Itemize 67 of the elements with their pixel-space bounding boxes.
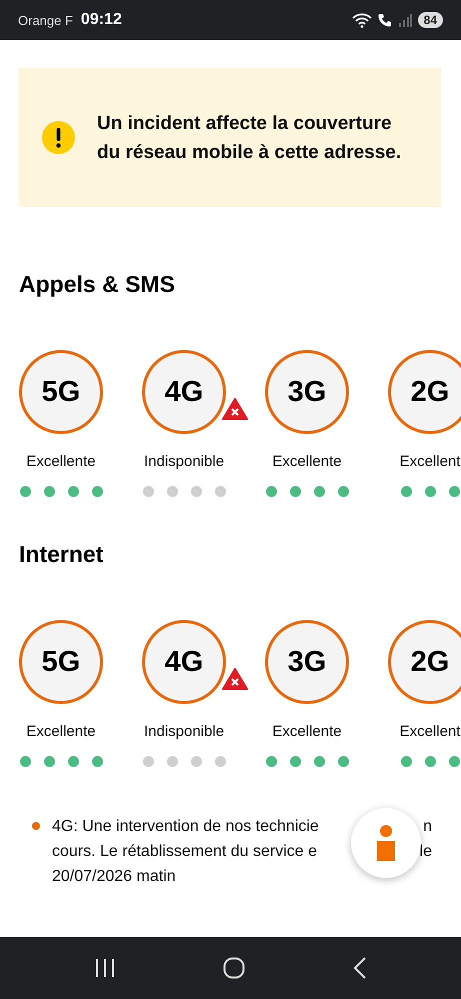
signal-dot [20, 756, 30, 767]
signal-dot [68, 756, 78, 767]
bullet-icon [32, 822, 40, 830]
signal-dot [424, 486, 436, 497]
signal-dot [338, 486, 348, 497]
signal-dot [338, 756, 348, 767]
quality-label: Excellent [400, 723, 460, 740]
signal-dot [190, 756, 202, 767]
signal-dot [400, 756, 412, 767]
quality-label: Excellent [400, 453, 460, 470]
signal-dot [448, 756, 460, 767]
signal-dot [20, 486, 30, 497]
network-badge: 2G [388, 350, 461, 434]
signal-dot [290, 486, 300, 497]
signal-dot [142, 486, 154, 497]
signal-dot [448, 486, 460, 497]
section-heading: Appels & SMS [19, 271, 176, 298]
note-text: 4G: Une intervention de nos technicie [52, 817, 319, 837]
signal-dot [92, 756, 102, 767]
info-button[interactable] [351, 808, 421, 878]
signal-dot [400, 486, 412, 497]
signal-dot [44, 756, 54, 767]
signal-dot [314, 486, 324, 497]
quality-label: Excellente [272, 453, 342, 470]
section-heading: Internet [19, 541, 104, 568]
note-text: le [420, 842, 432, 862]
home-icon [223, 957, 246, 979]
phone-icon [378, 13, 392, 27]
quality-label: Excellente [272, 723, 342, 740]
quality-label: Indisponible [144, 723, 224, 740]
signal-dot [68, 486, 78, 497]
quality-label: Excellente [26, 453, 96, 470]
quality-label: Indisponible [144, 453, 224, 470]
network-badge: 3G [265, 620, 349, 704]
network-badge: 3G [265, 350, 349, 434]
signal-dot [214, 486, 226, 497]
signal-dot [424, 756, 436, 767]
signal-dot [92, 486, 102, 497]
network-badge: 4G [142, 620, 226, 704]
signal-icon [398, 13, 412, 27]
signal-dot [314, 756, 324, 767]
signal-dot [290, 756, 300, 767]
signal-dot [214, 756, 226, 767]
network-badge: 5G [19, 620, 103, 704]
alert-message: Un incident affecte la couverture du réseau mobile à cette adresse. [97, 112, 402, 164]
back-icon [353, 956, 368, 980]
signal-dot [44, 486, 54, 497]
carrier-name: Orange F [18, 12, 73, 28]
signal-dot [166, 486, 178, 497]
note-text: n [423, 817, 432, 837]
signal-dot [266, 486, 276, 497]
note-text: 20/07/2026 matin [52, 867, 176, 887]
network-badge: 2G [388, 620, 461, 704]
signal-dot [142, 756, 154, 767]
signal-dot [266, 756, 276, 767]
battery-level: 84 [418, 12, 443, 28]
clock: 09:12 [80, 11, 122, 29]
signal-dot [190, 486, 202, 497]
wifi-icon [352, 12, 372, 28]
network-badge: 5G [19, 350, 103, 434]
note-text: cours. Le rétablissement du service e [52, 842, 318, 862]
signal-dot [166, 756, 178, 767]
network-badge: 4G [142, 350, 226, 434]
exclamation-icon [42, 121, 75, 154]
info-icon [377, 825, 395, 861]
recents-icon [94, 958, 116, 978]
quality-label: Excellente [26, 723, 96, 740]
